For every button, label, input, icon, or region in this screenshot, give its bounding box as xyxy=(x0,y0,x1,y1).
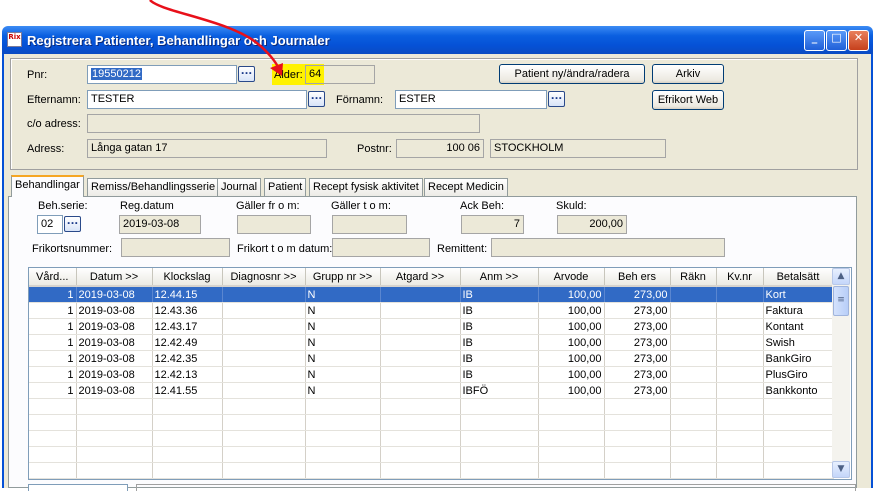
annotation-arrow-line xyxy=(149,0,281,70)
annotation-arrow xyxy=(149,0,283,76)
tab-behandlingar[interactable]: Behandlingar xyxy=(11,175,84,197)
